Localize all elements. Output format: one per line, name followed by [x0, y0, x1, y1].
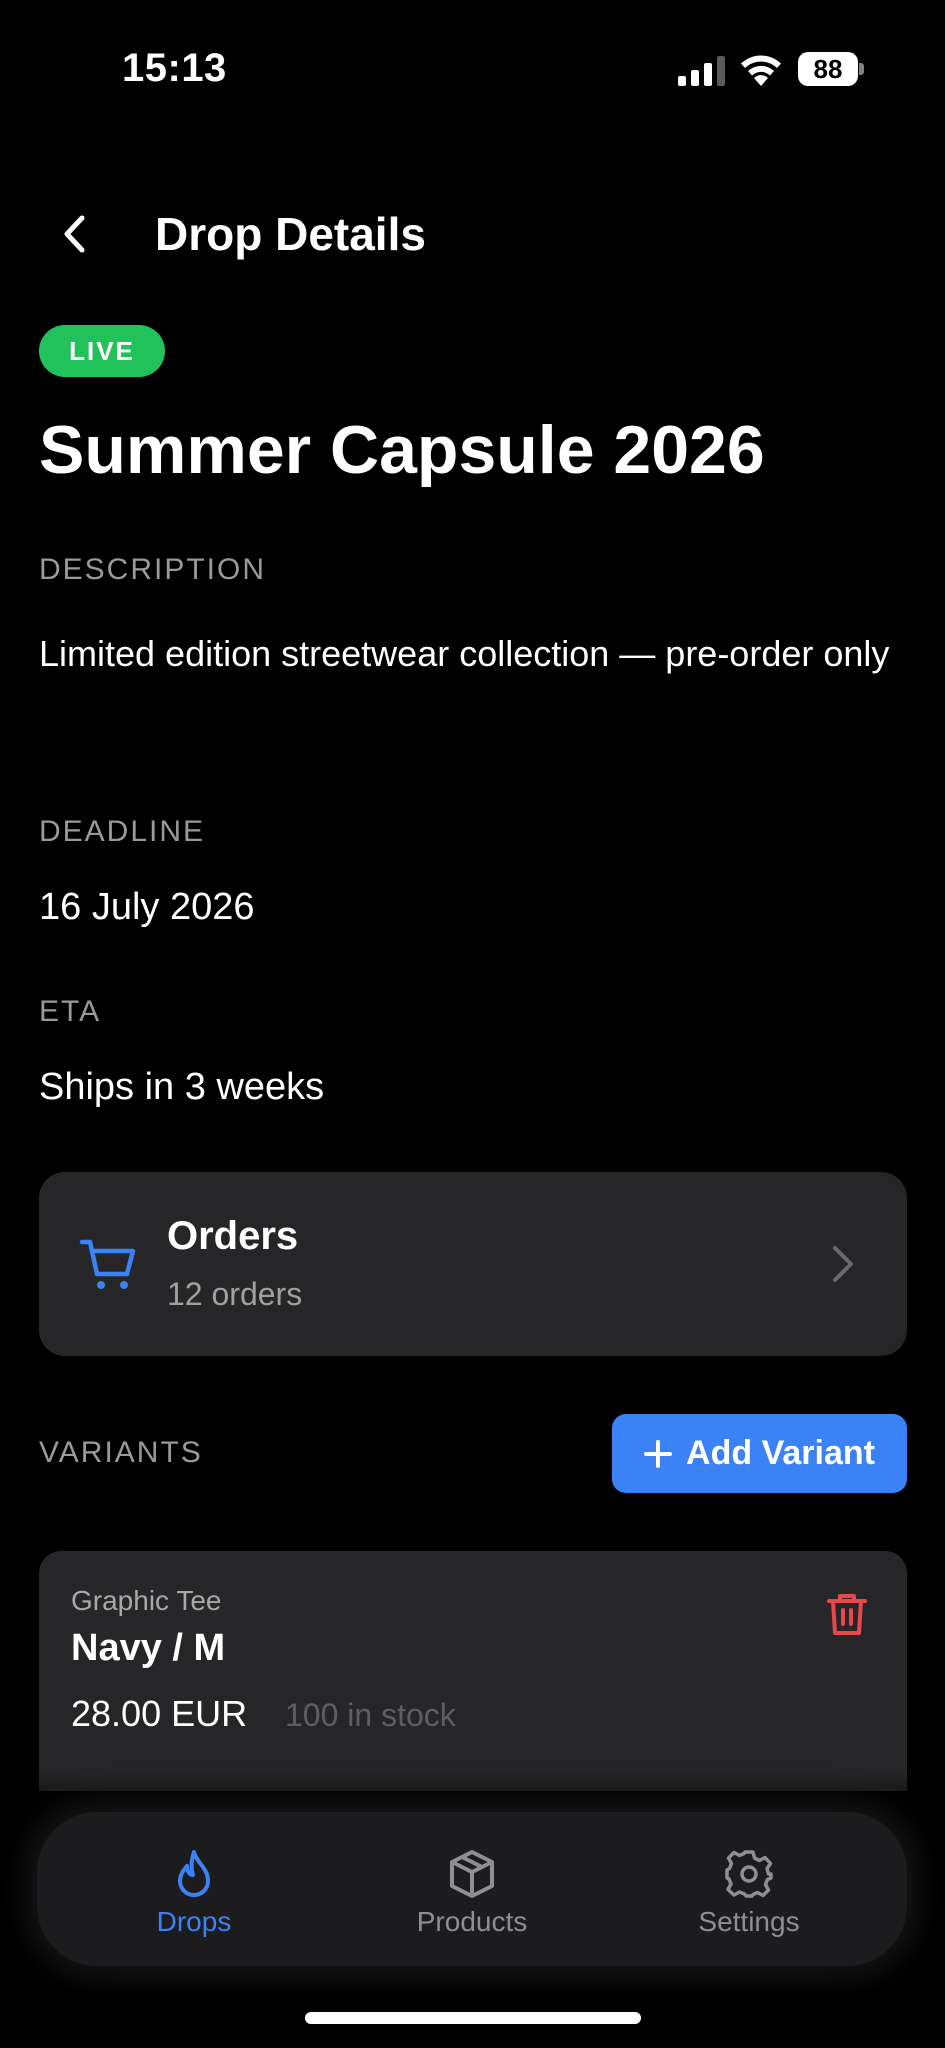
orders-count: 12 orders	[167, 1276, 303, 1312]
wifi-icon	[741, 55, 781, 86]
eta-value: Ships in 3 weeks	[39, 1066, 325, 1108]
deadline-label: DEADLINE	[39, 815, 206, 848]
deadline-value: 16 July 2026	[39, 886, 255, 928]
plus-icon	[644, 1439, 673, 1468]
battery-icon: 88	[798, 52, 864, 86]
drop-details-screen: 15:13 88 Drop Details LIVE Summer Capsul…	[0, 0, 945, 2048]
back-button[interactable]	[52, 206, 96, 262]
trash-icon[interactable]	[825, 1591, 869, 1637]
description-label: DESCRIPTION	[39, 553, 267, 586]
home-indicator	[305, 2012, 641, 2024]
tab-label-settings: Settings	[698, 1906, 800, 1937]
status-time: 15:13	[122, 46, 227, 90]
variant-stock: 100 in stock	[285, 1697, 456, 1733]
tab-drops[interactable]: Drops	[84, 1812, 304, 1966]
cart-icon	[79, 1239, 136, 1289]
tab-label-drops: Drops	[156, 1906, 232, 1937]
variant-name: Navy / M	[71, 1627, 226, 1669]
flame-icon	[178, 1850, 210, 1897]
battery-level: 88	[798, 52, 858, 86]
gear-icon	[725, 1850, 773, 1898]
chevron-left-icon	[64, 215, 85, 253]
variant-card[interactable]: Graphic Tee Navy / M 28.00 EUR 100 in st…	[39, 1551, 907, 1791]
cellular-signal-icon	[678, 56, 725, 86]
variant-product-name: Graphic Tee	[71, 1585, 222, 1616]
tab-label-products: Products	[416, 1906, 528, 1937]
drop-title: Summer Capsule 2026	[39, 412, 765, 488]
add-variant-button[interactable]: Add Variant	[612, 1414, 907, 1493]
variants-label: VARIANTS	[39, 1436, 203, 1469]
eta-label: ETA	[39, 995, 102, 1028]
orders-title: Orders	[167, 1214, 299, 1258]
page-title: Drop Details	[155, 208, 426, 260]
tab-products[interactable]: Products	[362, 1812, 582, 1966]
status-bar: 15:13 88	[0, 0, 945, 140]
add-variant-label: Add Variant	[686, 1434, 875, 1472]
box-icon	[450, 1850, 494, 1898]
chevron-right-icon	[833, 1246, 853, 1282]
description-value: Limited edition streetwear collection — …	[39, 633, 890, 674]
tab-settings[interactable]: Settings	[639, 1812, 859, 1966]
tab-bar: Drops Products Settings	[37, 1812, 907, 1966]
status-badge: LIVE	[39, 325, 165, 377]
battery-cap	[859, 63, 864, 75]
orders-card[interactable]: Orders 12 orders	[39, 1172, 907, 1356]
variant-price: 28.00 EUR	[71, 1693, 248, 1734]
